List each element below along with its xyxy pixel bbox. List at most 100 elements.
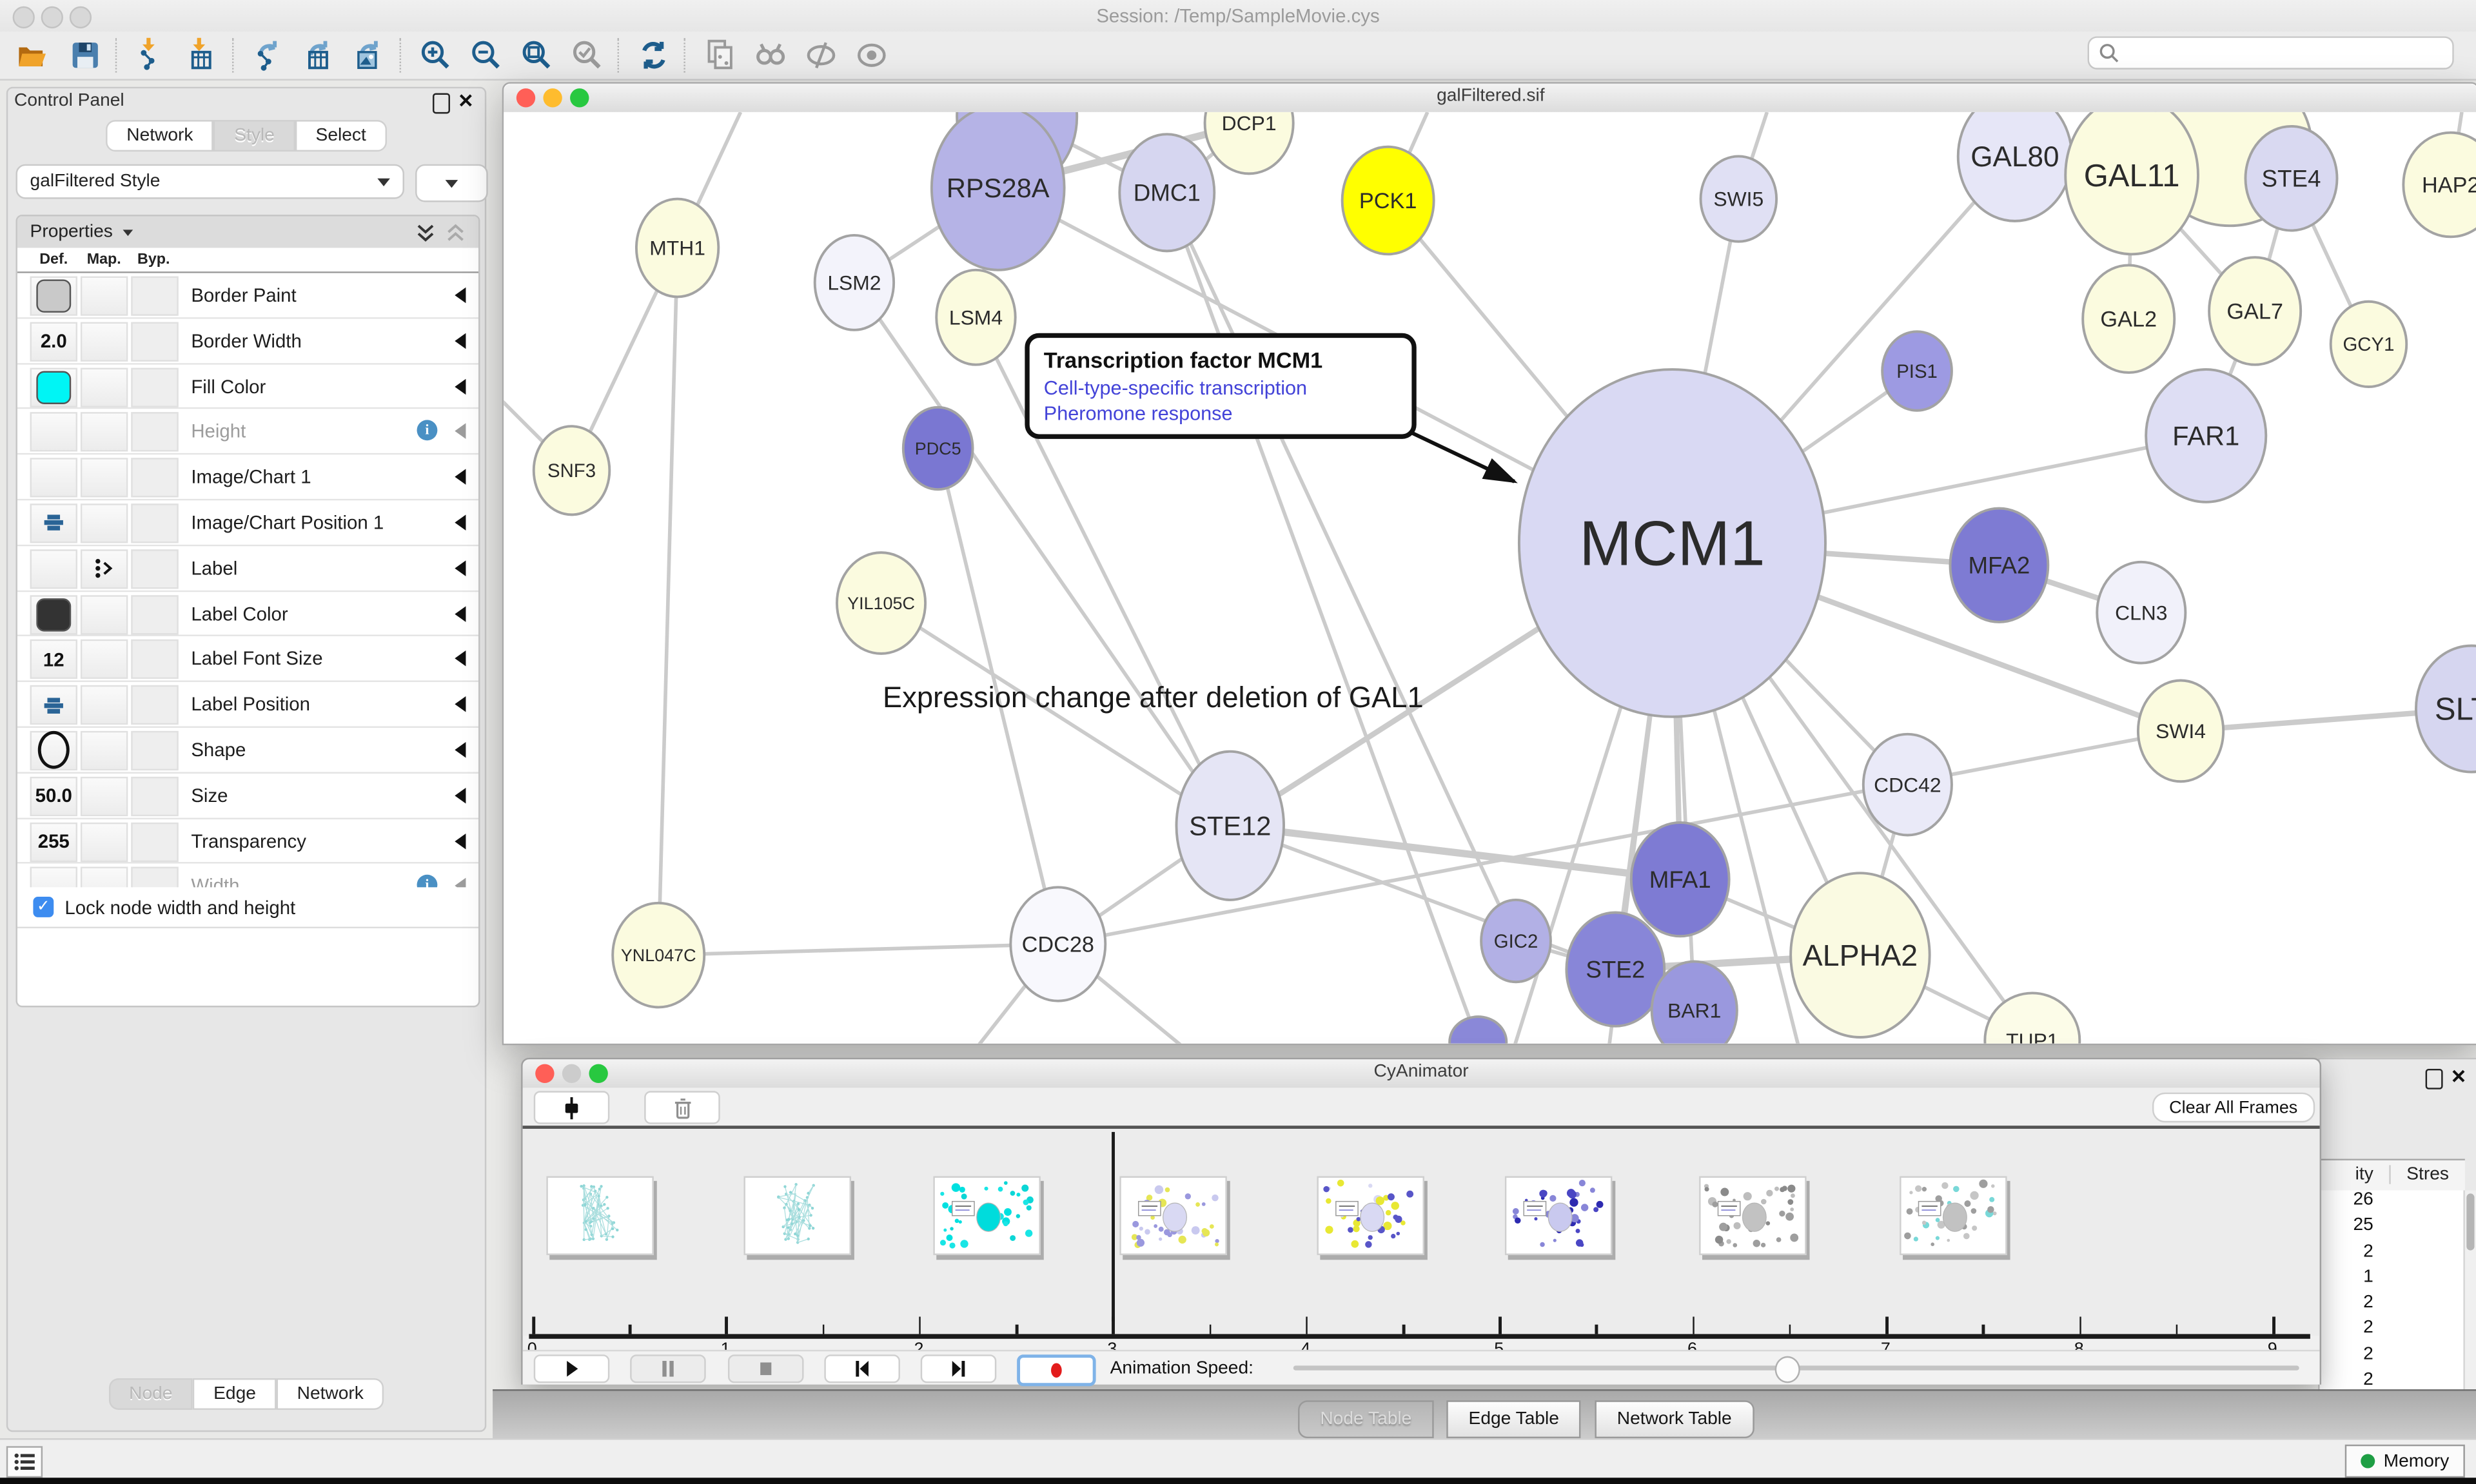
stop-button[interactable]: [728, 1354, 804, 1383]
zoom-fit-button[interactable]: [515, 35, 559, 76]
add-frame-button[interactable]: [534, 1091, 610, 1124]
import-network-button[interactable]: [130, 35, 174, 76]
expand-row-icon[interactable]: [455, 288, 466, 303]
close-panel-icon[interactable]: ✕: [458, 90, 474, 112]
minimize-icon[interactable]: [562, 1064, 581, 1083]
export-network-button[interactable]: [246, 35, 291, 76]
table-row[interactable]: 2: [2320, 1345, 2465, 1371]
tab-node[interactable]: Node: [108, 1378, 193, 1410]
frame-thumbnail-6[interactable]: [1505, 1176, 1613, 1255]
search-box[interactable]: [2088, 36, 2454, 69]
default-value-cell[interactable]: [30, 458, 77, 498]
frame-thumbnail-2[interactable]: [743, 1176, 851, 1255]
property-row-size[interactable]: 50.0Size: [17, 773, 478, 819]
default-value-cell[interactable]: [30, 549, 77, 589]
expand-row-icon[interactable]: [455, 742, 466, 757]
tab-edge[interactable]: Edge: [193, 1378, 276, 1410]
animation-speed-slider[interactable]: [1293, 1365, 2299, 1370]
expand-row-icon[interactable]: [455, 378, 466, 394]
default-value-cell[interactable]: 2.0: [30, 322, 77, 361]
float-panel-icon[interactable]: [433, 93, 450, 113]
tab-network-table[interactable]: Network Table: [1595, 1400, 1754, 1438]
property-row-label[interactable]: Label: [17, 546, 478, 592]
bypass-cell[interactable]: [131, 413, 178, 452]
minimize-icon[interactable]: [543, 88, 562, 107]
property-row-height[interactable]: Heighti: [17, 409, 478, 455]
search-icon-button[interactable]: [749, 35, 793, 76]
record-button[interactable]: [1017, 1354, 1096, 1386]
frame-thumbnail-8[interactable]: [1900, 1176, 2007, 1255]
tab-edge-table[interactable]: Edge Table: [1446, 1400, 1581, 1438]
default-value-cell[interactable]: [30, 685, 77, 725]
bypass-cell[interactable]: [131, 776, 178, 815]
expand-row-icon[interactable]: [455, 787, 466, 803]
bypass-cell[interactable]: [131, 685, 178, 725]
zoom-out-button[interactable]: [464, 35, 509, 76]
frame-thumbnail-5[interactable]: [1317, 1176, 1424, 1255]
style-selector[interactable]: galFiltered Style: [15, 164, 404, 199]
close-icon[interactable]: [516, 88, 535, 107]
frame-thumbnail-7[interactable]: [1699, 1176, 1807, 1255]
open-session-button[interactable]: [13, 35, 57, 76]
tab-network[interactable]: Network: [277, 1378, 384, 1410]
tab-node-table[interactable]: Node Table: [1298, 1400, 1434, 1438]
task-history-button[interactable]: [6, 1446, 43, 1478]
zoom-in-button[interactable]: [414, 35, 458, 76]
frame-thumbnail-3[interactable]: [933, 1176, 1041, 1255]
pause-button[interactable]: [630, 1354, 706, 1383]
property-row-border-width[interactable]: 2.0Border Width: [17, 318, 478, 364]
default-value-cell[interactable]: 12: [30, 640, 77, 679]
bypass-cell[interactable]: [131, 549, 178, 589]
tab-style[interactable]: Style: [213, 120, 295, 151]
default-value-cell[interactable]: [30, 731, 77, 770]
network-edge[interactable]: [658, 248, 677, 955]
zoom-selected-button[interactable]: [565, 35, 610, 76]
tab-network[interactable]: Network: [106, 120, 213, 151]
expand-row-icon[interactable]: [455, 651, 466, 667]
show-details-button[interactable]: [850, 35, 894, 76]
mapping-cell[interactable]: [81, 731, 128, 770]
mapping-cell[interactable]: [81, 594, 128, 634]
expand-row-icon[interactable]: [455, 514, 466, 530]
skip-end-button[interactable]: [921, 1354, 997, 1383]
refresh-layout-button[interactable]: [632, 35, 676, 76]
save-session-button[interactable]: [63, 35, 108, 76]
slider-thumb[interactable]: [1775, 1356, 1800, 1383]
property-row-label-font-size[interactable]: 12Label Font Size: [17, 637, 478, 683]
annotation-link[interactable]: Cell-type-specific transcription: [1044, 377, 1398, 399]
property-row-image-chart-1[interactable]: Image/Chart 1: [17, 455, 478, 501]
mapping-cell[interactable]: [81, 413, 128, 452]
default-value-cell[interactable]: [30, 594, 77, 634]
network-node-c[interactable]: [1449, 1017, 1506, 1044]
properties-header[interactable]: Properties: [17, 217, 478, 248]
expand-row-icon[interactable]: [455, 833, 466, 848]
tab-select[interactable]: Select: [295, 120, 387, 151]
bypass-cell[interactable]: [131, 503, 178, 543]
expand-row-icon[interactable]: [455, 605, 466, 621]
cyanimator-titlebar[interactable]: CyAnimator: [523, 1059, 2320, 1089]
zoom-icon[interactable]: [570, 88, 589, 107]
expand-row-icon[interactable]: [455, 560, 466, 576]
mapping-cell[interactable]: [81, 776, 128, 815]
mapping-cell[interactable]: [81, 458, 128, 498]
mapping-cell[interactable]: [81, 822, 128, 861]
frame-thumbnail-1[interactable]: [546, 1176, 654, 1255]
delete-frame-button[interactable]: [644, 1091, 720, 1124]
skip-start-button[interactable]: [824, 1354, 900, 1383]
default-value-cell[interactable]: [30, 503, 77, 543]
frame-timeline[interactable]: Seconds 0123456789: [523, 1129, 2320, 1336]
default-value-cell[interactable]: 50.0: [30, 776, 77, 815]
scrollbar-thumb[interactable]: [2466, 1193, 2474, 1250]
bypass-cell[interactable]: [131, 322, 178, 361]
expand-all-icon[interactable]: [415, 222, 436, 242]
default-value-cell[interactable]: 255: [30, 822, 77, 861]
clear-all-frames-button[interactable]: Clear All Frames: [2152, 1093, 2315, 1123]
annotation-link[interactable]: Pheromone response: [1044, 402, 1398, 424]
table-row[interactable]: 2: [2320, 1242, 2465, 1267]
table-row[interactable]: 25: [2320, 1216, 2465, 1242]
network-canvas[interactable]: DCP1RPS28ADMC1PCK1SWI5GAL80GAL11STE4HAP2…: [504, 112, 2476, 1044]
default-value-cell[interactable]: [30, 413, 77, 452]
play-button[interactable]: [534, 1354, 610, 1383]
mapping-cell[interactable]: [81, 367, 128, 407]
zoom-icon[interactable]: [589, 1064, 607, 1083]
